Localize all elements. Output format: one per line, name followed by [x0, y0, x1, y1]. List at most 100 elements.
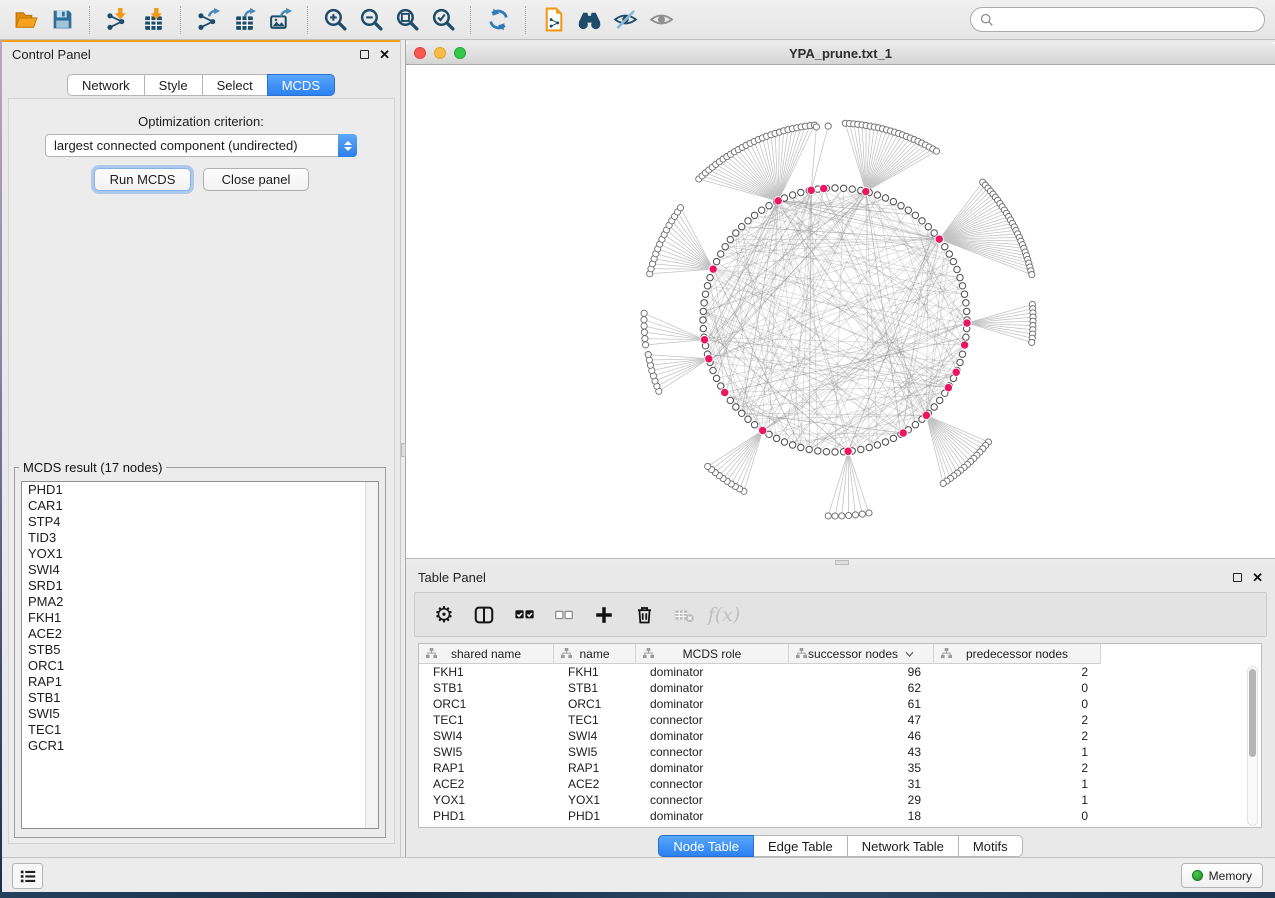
column-visibility-button[interactable] — [469, 598, 499, 632]
mcds-result-item[interactable]: STB5 — [22, 642, 378, 658]
mcds-result-item[interactable]: STP4 — [22, 514, 378, 530]
column-header-name[interactable]: name — [554, 644, 636, 664]
mcds-result-item[interactable]: ACE2 — [22, 626, 378, 642]
zoom-in-button[interactable] — [317, 3, 353, 37]
table-cell: ACE2 — [554, 776, 636, 792]
mcds-result-item[interactable]: GCR1 — [22, 738, 378, 754]
select-all-rows-button[interactable] — [509, 598, 539, 632]
tab-style[interactable]: Style — [144, 74, 203, 96]
table-row[interactable]: ACE2ACE2connector311 — [419, 776, 1261, 792]
mcds-result-item[interactable]: TID3 — [22, 530, 378, 546]
table-row[interactable]: YOX1YOX1connector291 — [419, 792, 1261, 808]
delete-selected-rows-button[interactable] — [629, 598, 659, 632]
table-tabs: Node TableEdge TableNetwork TableMotifs — [406, 835, 1275, 857]
mcds-result-item[interactable]: SWI4 — [22, 562, 378, 578]
export-image-button[interactable] — [262, 3, 298, 37]
import-network-button[interactable] — [99, 3, 135, 37]
optimization-criterion-label: Optimization criterion: — [2, 114, 400, 129]
optimization-criterion-dropdown[interactable]: largest connected component (undirected) — [45, 134, 357, 157]
table-toolbar: ⚙f(x) — [414, 592, 1267, 637]
search-input[interactable] — [1000, 12, 1255, 27]
zoom-out-button[interactable] — [353, 3, 389, 37]
export-network-button[interactable] — [190, 3, 226, 37]
table-cell: 2 — [934, 712, 1101, 728]
float-panel-icon[interactable] — [360, 50, 369, 59]
export-network-icon — [196, 7, 221, 32]
table-panel-header: Table Panel ✕ — [406, 565, 1275, 590]
table-row[interactable]: SWI4SWI4dominator462 — [419, 728, 1261, 744]
close-table-panel-icon[interactable]: ✕ — [1252, 571, 1263, 584]
table-cell: 31 — [789, 776, 934, 792]
add-row-button[interactable] — [589, 598, 619, 632]
open-file-button[interactable] — [8, 3, 44, 37]
hide-selected-button[interactable] — [607, 3, 643, 37]
mcds-result-item[interactable]: ORC1 — [22, 658, 378, 674]
close-panel-button[interactable]: Close panel — [203, 168, 309, 191]
show-all-button[interactable] — [571, 3, 607, 37]
column-type-icon — [796, 648, 807, 659]
zoom-selected-button[interactable] — [425, 3, 461, 37]
tab-node-table[interactable]: Node Table — [658, 835, 754, 857]
tab-edge-table[interactable]: Edge Table — [753, 835, 848, 857]
control-panel: Control Panel ✕ NetworkStyleSelectMCDS O… — [2, 40, 401, 857]
table-cell: TEC1 — [419, 712, 554, 728]
mcds-result-item[interactable]: FKH1 — [22, 610, 378, 626]
window-zoom-button[interactable] — [454, 47, 466, 59]
mcds-result-item[interactable]: SWI5 — [22, 706, 378, 722]
table-settings-button[interactable]: ⚙ — [429, 598, 459, 632]
table-scrollbar-thumb[interactable] — [1249, 669, 1256, 757]
new-network-from-selection-button[interactable] — [535, 3, 571, 37]
mcds-result-item[interactable]: PMA2 — [22, 594, 378, 610]
import-table-button[interactable] — [135, 3, 171, 37]
table-row[interactable]: PHD1PHD1dominator180 — [419, 808, 1261, 824]
show-hidden-items-button[interactable] — [643, 3, 679, 37]
export-table-button[interactable] — [226, 3, 262, 37]
main-toolbar — [0, 0, 1275, 40]
table-cell: RAP1 — [419, 760, 554, 776]
mcds-result-item[interactable]: RAP1 — [22, 674, 378, 690]
run-mcds-button[interactable]: Run MCDS — [94, 168, 191, 191]
mcds-result-list[interactable]: PHD1CAR1STP4TID3YOX1SWI4SRD1PMA2FKH1ACE2… — [21, 481, 379, 829]
table-cell: SWI5 — [419, 744, 554, 760]
column-header-shared-name[interactable]: shared name — [419, 644, 554, 664]
mcds-result-item[interactable]: CAR1 — [22, 498, 378, 514]
refresh-view-button[interactable] — [480, 3, 516, 37]
table-cell: PHD1 — [554, 808, 636, 824]
tab-motifs[interactable]: Motifs — [958, 835, 1023, 857]
unselect-all-rows-button[interactable] — [549, 598, 579, 632]
tab-network-table[interactable]: Network Table — [847, 835, 959, 857]
window-minimize-button[interactable] — [434, 47, 446, 59]
column-header-successor-nodes[interactable]: successor nodes — [789, 644, 934, 664]
tab-select[interactable]: Select — [202, 74, 268, 96]
table-row[interactable]: RAP1RAP1dominator352 — [419, 760, 1261, 776]
mcds-result-item[interactable]: SRD1 — [22, 578, 378, 594]
mcds-result-item[interactable]: STB1 — [22, 690, 378, 706]
table-row[interactable]: FKH1FKH1dominator962 — [419, 664, 1261, 680]
mcds-result-item[interactable]: TEC1 — [22, 722, 378, 738]
window-close-button[interactable] — [414, 47, 426, 59]
toolbar-group — [8, 3, 80, 37]
save-session-button[interactable] — [44, 3, 80, 37]
memory-button[interactable]: Memory — [1181, 863, 1263, 888]
column-header-MCDS-role[interactable]: MCDS role — [636, 644, 789, 664]
table-row[interactable]: ORC1ORC1dominator610 — [419, 696, 1261, 712]
zoom-fit-button[interactable] — [389, 3, 425, 37]
horizontal-splitter[interactable] — [406, 558, 1275, 565]
mcds-list-scrollbar[interactable] — [365, 482, 378, 828]
table-cell: connector — [636, 712, 789, 728]
table-row[interactable]: STB1STB1dominator620 — [419, 680, 1261, 696]
table-cell: 1 — [934, 744, 1101, 760]
task-history-button[interactable] — [12, 863, 43, 889]
close-panel-icon[interactable]: ✕ — [379, 48, 390, 61]
network-view[interactable] — [406, 65, 1275, 558]
mcds-result-item[interactable]: PHD1 — [22, 482, 378, 498]
column-header-predecessor-nodes[interactable]: predecessor nodes — [934, 644, 1101, 664]
table-row[interactable]: SWI5SWI5connector431 — [419, 744, 1261, 760]
tab-network[interactable]: Network — [67, 74, 145, 96]
table-row[interactable]: TEC1TEC1connector472 — [419, 712, 1261, 728]
mcds-result-item[interactable]: YOX1 — [22, 546, 378, 562]
tab-mcds[interactable]: MCDS — [267, 74, 335, 96]
table-scrollbar[interactable] — [1247, 666, 1258, 826]
network-window-titlebar[interactable]: YPA_prune.txt_1 — [406, 42, 1275, 65]
float-table-panel-icon[interactable] — [1233, 573, 1242, 582]
